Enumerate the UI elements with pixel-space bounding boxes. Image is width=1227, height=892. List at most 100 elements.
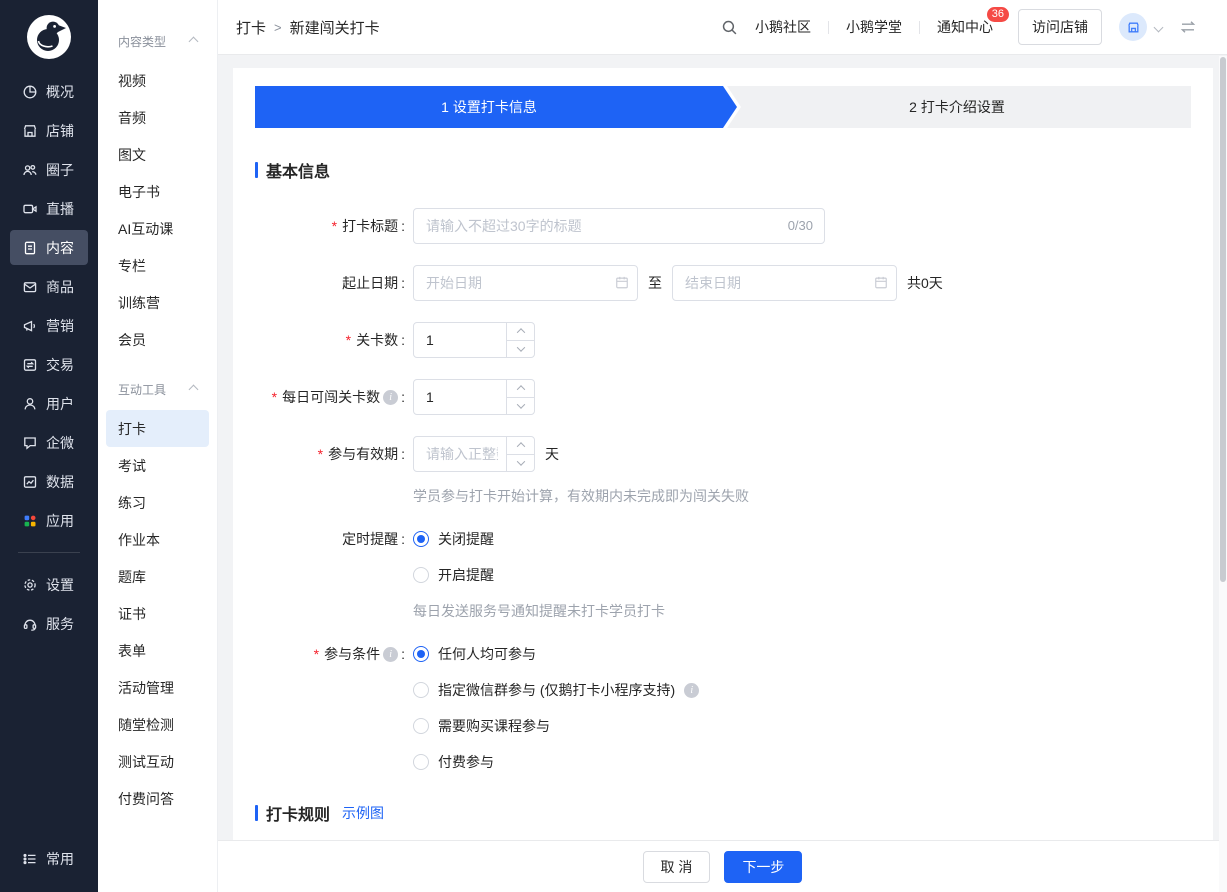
step-1[interactable]: 1 设置打卡信息 (255, 86, 737, 128)
sidebar-item-community[interactable]: 圈子 (10, 152, 88, 187)
stepper-up-button[interactable] (507, 380, 534, 397)
link-xiaoe-community[interactable]: 小鹅社区 (755, 17, 811, 37)
subnav-item-ebook[interactable]: 电子书 (106, 173, 209, 210)
scrollbar-thumb[interactable] (1220, 57, 1226, 582)
levels-row: * 关卡数 : (255, 322, 1191, 358)
radio-paid-join[interactable]: 付费参与 (413, 751, 699, 773)
subnav-item-label: 题库 (118, 567, 146, 587)
subnav-item-label: 练习 (118, 493, 146, 513)
subnav-item-column[interactable]: 专栏 (106, 247, 209, 284)
subnav-group-interactive-tools[interactable]: 互动工具 (106, 368, 209, 410)
subnav-item-checkin[interactable]: 打卡 (106, 410, 209, 447)
sidebar-item-live[interactable]: 直播 (10, 191, 88, 226)
reminder-label: 定时提醒 : (255, 528, 405, 550)
sidebar-item-trade[interactable]: 交易 (10, 347, 88, 382)
sidebar-item-service[interactable]: 服务 (10, 606, 88, 641)
label-colon: : (401, 332, 405, 348)
stepper-up-button[interactable] (507, 323, 534, 340)
info-icon[interactable]: i (684, 683, 699, 698)
switch-account-icon[interactable] (1179, 19, 1197, 35)
breadcrumb-parent[interactable]: 打卡 (236, 17, 266, 38)
content-area: 2 打卡介绍设置 1 设置打卡信息 基本信息 * 打卡标题 : (218, 55, 1227, 840)
info-icon[interactable]: i (383, 647, 398, 662)
radio-wechat-group-join[interactable]: 指定微信群参与 (仅鹅打卡小程序支持) i (413, 679, 699, 701)
app-logo[interactable] (26, 14, 72, 60)
subnav-item-quiz[interactable]: 随堂检测 (106, 706, 209, 743)
subnav-item-form[interactable]: 表单 (106, 632, 209, 669)
subnav-group-content-types[interactable]: 内容类型 (106, 20, 209, 62)
required-mark: * (272, 389, 277, 405)
chevron-up-icon (189, 384, 199, 394)
radio-open-reminder[interactable]: 开启提醒 (413, 564, 665, 586)
subnav-item-ai-course[interactable]: AI互动课 (106, 210, 209, 247)
subnav-item-article[interactable]: 图文 (106, 136, 209, 173)
sidebar-item-data[interactable]: 数据 (10, 464, 88, 499)
radio-label: 开启提醒 (438, 565, 494, 585)
stepper-up-button[interactable] (507, 437, 534, 454)
subnav-item-label: 打卡 (118, 419, 146, 439)
subnav-item-label: 付费问答 (118, 789, 174, 809)
subnav-item-video[interactable]: 视频 (106, 62, 209, 99)
condition-label: * 参与条件 i : (255, 643, 405, 665)
subnav-item-label: 会员 (118, 330, 146, 350)
validity-label: * 参与有效期 : (255, 436, 405, 472)
link-xiaoe-school[interactable]: 小鹅学堂 (846, 17, 902, 37)
example-image-link[interactable]: 示例图 (342, 803, 384, 823)
subnav-item-label: 视频 (118, 71, 146, 91)
date-range-row: 起止日期 : 至 共0天 (255, 265, 1191, 301)
sidebar-item-content[interactable]: 内容 (10, 230, 88, 265)
chevron-down-icon[interactable] (1154, 22, 1164, 32)
stepper-down-button[interactable] (507, 340, 534, 358)
sidebar-item-goods[interactable]: 商品 (10, 269, 88, 304)
subnav-item-audio[interactable]: 音频 (106, 99, 209, 136)
subnav-item-camp[interactable]: 训练营 (106, 284, 209, 321)
radio-anyone-can-join[interactable]: 任何人均可参与 (413, 643, 699, 665)
shop-avatar-icon (1126, 20, 1141, 35)
sidebar-item-users[interactable]: 用户 (10, 386, 88, 421)
subnav-item-question-bank[interactable]: 题库 (106, 558, 209, 595)
cancel-button[interactable]: 取 消 (643, 851, 711, 883)
subnav-item-practice[interactable]: 练习 (106, 484, 209, 521)
checkin-title-input[interactable] (413, 208, 825, 244)
subnav-item-label: 证书 (118, 604, 146, 624)
checkin-title-row: * 打卡标题 : 0/30 (255, 208, 1191, 244)
subnav-item-membership[interactable]: 会员 (106, 321, 209, 358)
sidebar-item-frequently-used[interactable]: 常用 (10, 841, 88, 876)
info-icon[interactable]: i (383, 390, 398, 405)
subnav-item-paid-qa[interactable]: 付费问答 (106, 780, 209, 817)
number-stepper (506, 437, 534, 471)
start-date-input[interactable] (413, 265, 638, 301)
radio-label: 任何人均可参与 (438, 644, 536, 664)
radio-icon (413, 567, 429, 583)
sidebar-item-overview[interactable]: 概况 (10, 74, 88, 109)
subnav-item-activity[interactable]: 活动管理 (106, 669, 209, 706)
sidebar-item-label: 概况 (46, 82, 74, 102)
subnav-item-exam[interactable]: 考试 (106, 447, 209, 484)
radio-purchase-course-join[interactable]: 需要购买课程参与 (413, 715, 699, 737)
required-mark: * (332, 218, 337, 234)
sidebar-item-apps[interactable]: 应用 (10, 503, 88, 538)
search-icon[interactable] (721, 19, 738, 36)
daily-levels-row: * 每日可闯关卡数 i : (255, 379, 1191, 415)
visit-shop-button[interactable]: 访问店铺 (1018, 9, 1102, 45)
notification-label: 通知中心 (937, 19, 993, 35)
subnav-item-test-interaction[interactable]: 测试互动 (106, 743, 209, 780)
link-notification-center[interactable]: 通知中心 36 (937, 17, 993, 37)
sidebar-item-wecom[interactable]: 企微 (10, 425, 88, 460)
end-date-input[interactable] (672, 265, 897, 301)
avatar[interactable] (1119, 13, 1147, 41)
validity-row: * 参与有效期 : 天 (255, 436, 1191, 472)
megaphone-icon (22, 318, 38, 334)
sidebar-item-marketing[interactable]: 营销 (10, 308, 88, 343)
subnav-item-certificate[interactable]: 证书 (106, 595, 209, 632)
stepper-down-button[interactable] (507, 397, 534, 415)
reminder-row: 定时提醒 : 关闭提醒 开启提醒 每日发送服务号通知提醒未打卡学员打卡 (255, 528, 1191, 622)
sidebar-item-shop[interactable]: 店铺 (10, 113, 88, 148)
breadcrumb: 打卡 > 新建闯关打卡 (236, 17, 380, 38)
step-2[interactable]: 2 打卡介绍设置 (723, 86, 1191, 128)
radio-close-reminder[interactable]: 关闭提醒 (413, 528, 665, 550)
stepper-down-button[interactable] (507, 454, 534, 472)
next-step-button[interactable]: 下一步 (724, 851, 802, 883)
subnav-item-homework[interactable]: 作业本 (106, 521, 209, 558)
sidebar-item-settings[interactable]: 设置 (10, 567, 88, 602)
